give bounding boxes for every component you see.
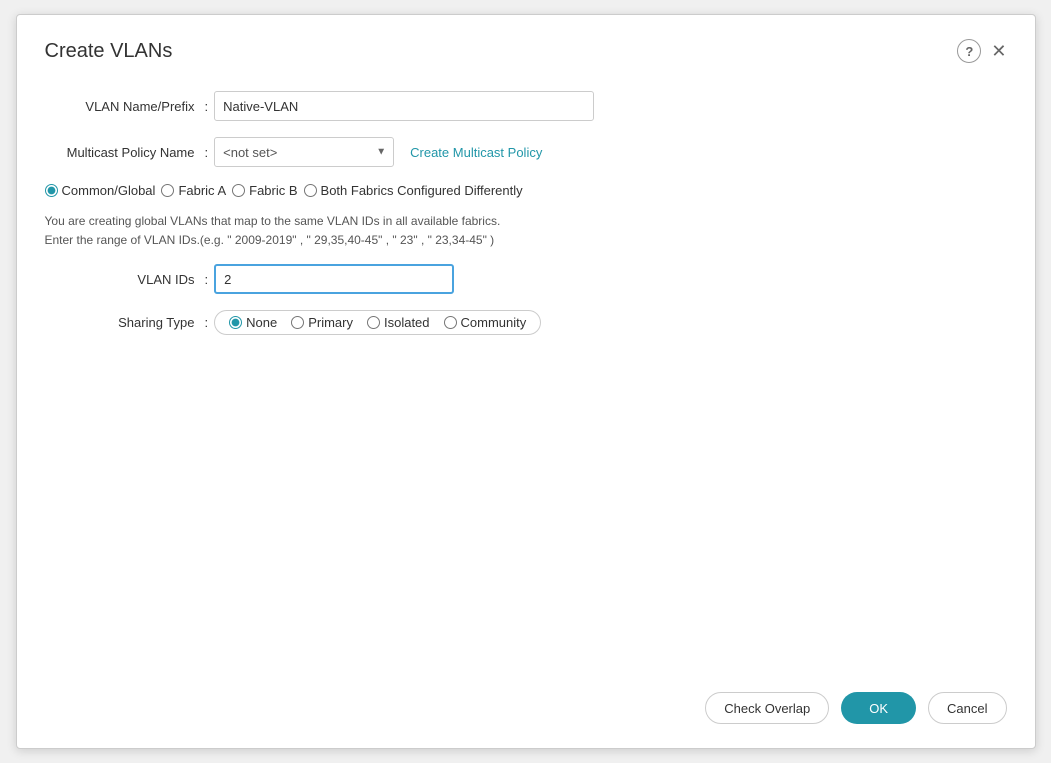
- scope-common-radio[interactable]: [45, 184, 58, 197]
- sharing-type-row: Sharing Type : None Primary Isolated Com…: [45, 310, 1007, 335]
- scope-fabricb-option[interactable]: Fabric B: [232, 183, 297, 198]
- vlan-ids-row: VLAN IDs :: [45, 264, 1007, 294]
- dialog-title-bar: Create VLANs ? ✕: [45, 39, 1007, 63]
- sharing-primary-option[interactable]: Primary: [291, 315, 353, 330]
- sharing-type-label: Sharing Type: [45, 315, 205, 330]
- vlan-ids-colon: :: [205, 272, 209, 287]
- sharing-type-options: None Primary Isolated Community: [214, 310, 541, 335]
- scope-fabricb-radio[interactable]: [232, 184, 245, 197]
- sharing-isolated-radio[interactable]: [367, 316, 380, 329]
- scope-common-label: Common/Global: [62, 183, 156, 198]
- info-text-line2: Enter the range of VLAN IDs.(e.g. " 2009…: [45, 233, 495, 247]
- info-text-line1: You are creating global VLANs that map t…: [45, 214, 501, 228]
- sharing-none-option[interactable]: None: [229, 315, 277, 330]
- scope-both-label: Both Fabrics Configured Differently: [321, 183, 523, 198]
- sharing-community-label: Community: [461, 315, 527, 330]
- scope-radio-group: Common/Global Fabric A Fabric B Both Fab…: [45, 183, 1007, 198]
- scope-fabrica-radio[interactable]: [161, 184, 174, 197]
- vlan-ids-label: VLAN IDs: [45, 272, 205, 287]
- check-overlap-button[interactable]: Check Overlap: [705, 692, 829, 724]
- sharing-community-radio[interactable]: [444, 316, 457, 329]
- dialog-footer: Check Overlap OK Cancel: [705, 692, 1006, 724]
- vlan-name-input[interactable]: [214, 91, 594, 121]
- cancel-button[interactable]: Cancel: [928, 692, 1006, 724]
- scope-both-option[interactable]: Both Fabrics Configured Differently: [304, 183, 523, 198]
- dialog-title: Create VLANs: [45, 40, 173, 63]
- multicast-select-wrapper: <not set> ▼: [214, 137, 394, 167]
- multicast-policy-row: Multicast Policy Name : <not set> ▼ Crea…: [45, 137, 1007, 167]
- close-button[interactable]: ✕: [991, 42, 1006, 60]
- sharing-none-label: None: [246, 315, 277, 330]
- create-multicast-policy-link[interactable]: Create Multicast Policy: [410, 145, 542, 160]
- vlan-name-label: VLAN Name/Prefix: [45, 99, 205, 114]
- ok-button[interactable]: OK: [841, 692, 916, 724]
- multicast-colon: :: [205, 145, 209, 160]
- scope-fabricb-label: Fabric B: [249, 183, 297, 198]
- sharing-none-radio[interactable]: [229, 316, 242, 329]
- scope-fabrica-label: Fabric A: [178, 183, 226, 198]
- sharing-isolated-label: Isolated: [384, 315, 430, 330]
- info-text: You are creating global VLANs that map t…: [45, 212, 1007, 250]
- vlan-name-row: VLAN Name/Prefix :: [45, 91, 1007, 121]
- sharing-community-option[interactable]: Community: [444, 315, 527, 330]
- sharing-type-colon: :: [205, 315, 209, 330]
- multicast-label: Multicast Policy Name: [45, 145, 205, 160]
- scope-fabrica-option[interactable]: Fabric A: [161, 183, 226, 198]
- scope-common-option[interactable]: Common/Global: [45, 183, 156, 198]
- multicast-select[interactable]: <not set>: [214, 137, 394, 167]
- sharing-primary-label: Primary: [308, 315, 353, 330]
- sharing-primary-radio[interactable]: [291, 316, 304, 329]
- scope-both-radio[interactable]: [304, 184, 317, 197]
- create-vlans-dialog: Create VLANs ? ✕ VLAN Name/Prefix : Mult…: [16, 14, 1036, 749]
- vlan-ids-input[interactable]: [214, 264, 454, 294]
- help-button[interactable]: ?: [957, 39, 981, 63]
- dialog-title-actions: ? ✕: [957, 39, 1006, 63]
- vlan-name-colon: :: [205, 99, 209, 114]
- sharing-isolated-option[interactable]: Isolated: [367, 315, 430, 330]
